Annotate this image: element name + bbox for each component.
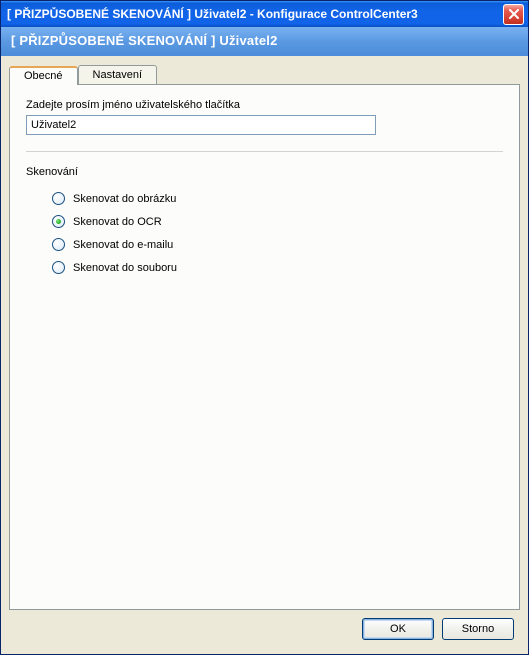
radio-icon [52, 261, 65, 274]
tab-area: Obecné Nastavení Zadejte prosím jméno už… [9, 62, 520, 610]
ok-button[interactable]: OK [362, 618, 434, 640]
close-button[interactable] [503, 4, 524, 25]
divider [26, 151, 503, 152]
tab-general[interactable]: Obecné [9, 66, 78, 85]
tab-strip: Obecné Nastavení [9, 62, 520, 84]
subheader: [ PŘIZPŮSOBENÉ SKENOVÁNÍ ] Uživatel2 [1, 27, 528, 56]
cancel-button-label: Storno [462, 623, 494, 635]
cancel-button[interactable]: Storno [442, 618, 514, 640]
scan-radio-group: Skenovat do obrázku Skenovat do OCR Sken… [26, 192, 503, 274]
ok-button-label: OK [390, 623, 406, 635]
tab-settings-label: Nastavení [93, 69, 143, 81]
radio-scan-to-ocr[interactable]: Skenovat do OCR [52, 215, 503, 228]
titlebar: [ PŘIZPŮSOBENÉ SKENOVÁNÍ ] Uživatel2 - K… [1, 1, 528, 27]
content: Obecné Nastavení Zadejte prosím jméno už… [1, 56, 528, 654]
dialog-window: [ PŘIZPŮSOBENÉ SKENOVÁNÍ ] Uživatel2 - K… [0, 0, 529, 655]
radio-label: Skenovat do obrázku [73, 193, 176, 205]
radio-scan-to-file[interactable]: Skenovat do souboru [52, 261, 503, 274]
tab-panel-general: Zadejte prosím jméno uživatelského tlačí… [9, 84, 520, 610]
button-name-input[interactable] [26, 115, 376, 135]
button-bar: OK Storno [9, 610, 520, 646]
radio-icon [52, 192, 65, 205]
window-title: [ PŘIZPŮSOBENÉ SKENOVÁNÍ ] Uživatel2 - K… [7, 7, 503, 21]
radio-icon [52, 238, 65, 251]
close-icon [509, 9, 519, 19]
radio-label: Skenovat do OCR [73, 216, 162, 228]
radio-icon [52, 215, 65, 228]
tab-settings[interactable]: Nastavení [78, 65, 158, 84]
tab-general-label: Obecné [24, 70, 63, 82]
radio-scan-to-email[interactable]: Skenovat do e-mailu [52, 238, 503, 251]
radio-label: Skenovat do e-mailu [73, 239, 173, 251]
radio-scan-to-image[interactable]: Skenovat do obrázku [52, 192, 503, 205]
radio-label: Skenovat do souboru [73, 262, 177, 274]
scan-section-title: Skenování [26, 166, 503, 178]
button-name-label: Zadejte prosím jméno uživatelského tlačí… [26, 99, 503, 111]
